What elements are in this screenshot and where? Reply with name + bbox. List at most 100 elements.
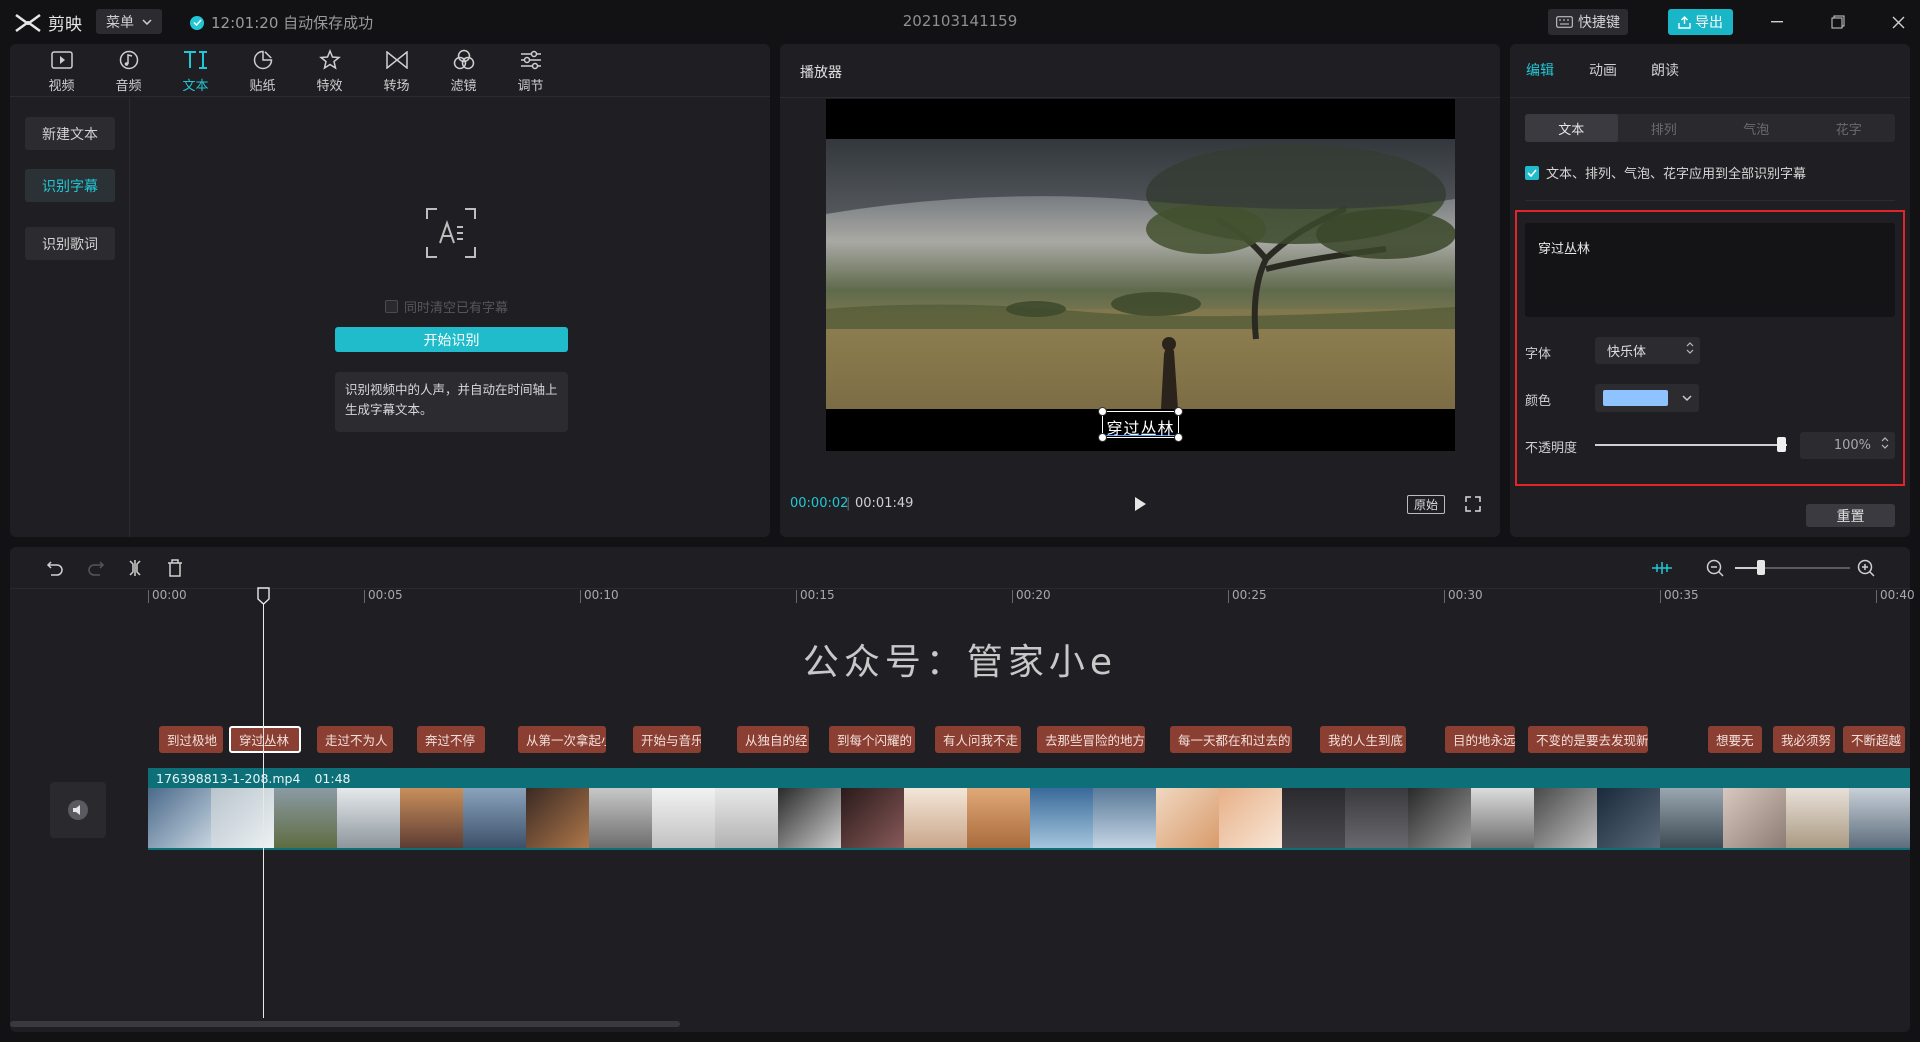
caption-clip[interactable]: 有人问我不走 xyxy=(935,726,1021,753)
color-picker[interactable] xyxy=(1595,384,1699,412)
color-swatch[interactable] xyxy=(1603,390,1668,406)
caption-clip[interactable]: 我必须努 xyxy=(1773,726,1835,753)
opacity-value: 100% xyxy=(1833,438,1871,453)
subtitle-overlay-text[interactable]: 穿过丛林 xyxy=(1103,415,1178,439)
stepper-icon[interactable] xyxy=(1686,342,1694,354)
video-thumbnail xyxy=(400,788,463,848)
caption-clip[interactable]: 不断超越 xyxy=(1843,726,1905,753)
zoom-out-icon xyxy=(1706,559,1724,577)
check-circle-icon xyxy=(190,15,204,30)
clear-existing-checkbox[interactable]: 同时清空已有字幕 xyxy=(385,297,508,316)
snap-button[interactable] xyxy=(1651,557,1673,579)
video-icon xyxy=(50,48,73,72)
undo-button[interactable] xyxy=(44,557,66,579)
subtab-fancy-text[interactable]: 花字 xyxy=(1803,114,1896,142)
start-recognition-button[interactable]: 开始识别 xyxy=(335,327,568,352)
export-button[interactable]: 导出 xyxy=(1668,9,1733,35)
resize-handle[interactable] xyxy=(1174,433,1183,442)
caption-clip[interactable]: 我的人生到底 xyxy=(1320,726,1406,753)
resize-handle[interactable] xyxy=(1098,433,1107,442)
tab-edit[interactable]: 编辑 xyxy=(1526,60,1554,80)
chevron-down-icon[interactable] xyxy=(1682,391,1692,405)
caption-clip[interactable]: 从独自的经 xyxy=(737,726,809,753)
caption-clip[interactable]: 开始与音乐 xyxy=(633,726,701,753)
caption-clip[interactable]: 到过极地 xyxy=(159,726,223,753)
video-thumbnail xyxy=(337,788,400,848)
minimize-button[interactable] xyxy=(1757,9,1797,35)
tool-text[interactable]: 文本 xyxy=(162,44,229,97)
shortcut-button[interactable]: 快捷键 xyxy=(1548,9,1628,35)
split-button[interactable] xyxy=(124,557,146,579)
split-icon xyxy=(129,560,141,576)
restore-button[interactable] xyxy=(1818,9,1858,35)
sidebar-item-recognize-lyrics[interactable]: 识别歌词 xyxy=(25,227,115,260)
timeline-scrollbar[interactable] xyxy=(10,1021,680,1027)
reset-button[interactable]: 重置 xyxy=(1806,504,1895,527)
play-icon[interactable] xyxy=(1130,494,1150,514)
subtitle-selection-box[interactable]: 穿过丛林 xyxy=(1098,407,1183,442)
sidebar-item-new-text[interactable]: 新建文本 xyxy=(25,117,115,150)
opacity-input[interactable]: 100% xyxy=(1800,432,1895,459)
sidebar-item-recognize-subtitles[interactable]: 识别字幕 xyxy=(25,169,115,202)
sticker-icon xyxy=(253,48,273,72)
jianying-logo-icon xyxy=(15,13,41,32)
resize-handle[interactable] xyxy=(1174,407,1183,416)
caption-clip[interactable]: 不变的是要去发现新 xyxy=(1528,726,1648,753)
tool-audio[interactable]: 音频 xyxy=(95,44,162,97)
caption-clip[interactable]: 每一天都在和过去的 xyxy=(1170,726,1292,753)
playhead-line[interactable] xyxy=(263,588,264,1018)
font-select[interactable]: 快乐体 xyxy=(1595,337,1700,364)
video-thumbnail-strip[interactable] xyxy=(148,788,1910,850)
checkbox-box[interactable] xyxy=(385,300,398,313)
zoom-slider-thumb[interactable] xyxy=(1757,560,1765,575)
video-thumbnail xyxy=(1723,788,1786,848)
caption-clip[interactable]: 去那些冒险的地方 xyxy=(1037,726,1145,753)
subtitle-text-input[interactable]: 穿过丛林 xyxy=(1525,223,1895,317)
stepper-icon[interactable] xyxy=(1881,437,1889,449)
tool-effects[interactable]: 特效 xyxy=(296,44,363,97)
zoom-out-button[interactable] xyxy=(1704,557,1726,579)
redo-button[interactable] xyxy=(85,557,107,579)
autosave-status: 12:01:20 自动保存成功 xyxy=(190,12,373,33)
subtab-bubble[interactable]: 气泡 xyxy=(1710,114,1803,142)
video-preview[interactable]: 穿过丛林 xyxy=(826,99,1455,451)
caption-clip[interactable]: 走过不为人 xyxy=(317,726,393,753)
player-title: 播放器 xyxy=(800,65,842,81)
resize-handle[interactable] xyxy=(1098,407,1107,416)
restore-icon xyxy=(1831,15,1845,29)
tool-filter[interactable]: 滤镜 xyxy=(430,44,497,97)
opacity-label: 不透明度 xyxy=(1525,441,1578,456)
checkbox-checked-icon[interactable] xyxy=(1525,165,1539,180)
menu-button[interactable]: 菜单 xyxy=(96,9,162,34)
apply-all-checkbox[interactable]: 文本、排列、气泡、花字应用到全部识别字幕 xyxy=(1525,163,1806,182)
caption-clip[interactable]: 从第一次拿起小 xyxy=(518,726,606,753)
tool-adjust[interactable]: 调节 xyxy=(497,44,564,97)
tab-read-aloud[interactable]: 朗读 xyxy=(1651,60,1679,80)
opacity-slider-thumb[interactable] xyxy=(1777,437,1786,452)
subtab-text[interactable]: 文本 xyxy=(1525,114,1618,142)
tool-video[interactable]: 视频 xyxy=(28,44,95,97)
delete-button[interactable] xyxy=(164,557,186,579)
tool-transition[interactable]: 转场 xyxy=(363,44,430,97)
video-thumbnail xyxy=(211,788,274,848)
caption-clip-selected[interactable]: 穿过丛林 xyxy=(229,726,301,753)
fullscreen-icon[interactable] xyxy=(1464,495,1482,513)
aspect-ratio-button[interactable]: 原始 xyxy=(1407,495,1445,514)
ruler-tick: 00:05 xyxy=(364,589,403,603)
caption-clip[interactable]: 到每个闪耀的 xyxy=(829,726,915,753)
close-button[interactable] xyxy=(1878,9,1918,35)
caption-clip[interactable]: 目的地永远 xyxy=(1445,726,1515,753)
subtab-layout[interactable]: 排列 xyxy=(1618,114,1711,142)
tool-sticker[interactable]: 贴纸 xyxy=(229,44,296,97)
opacity-slider-track[interactable] xyxy=(1595,444,1787,446)
timeline-ruler[interactable]: 00:00 00:05 00:10 00:15 00:20 00:25 00:3… xyxy=(148,589,1915,606)
divider xyxy=(780,97,1500,98)
video-clip-header[interactable]: 176398813-1-208.mp4 01:48 xyxy=(148,768,1910,788)
speaker-icon xyxy=(68,800,88,820)
playhead-handle-icon[interactable] xyxy=(257,587,270,605)
track-mute-button[interactable] xyxy=(50,782,106,838)
caption-clip[interactable]: 想要无 xyxy=(1708,726,1762,753)
tab-animation[interactable]: 动画 xyxy=(1589,60,1617,80)
caption-clip[interactable]: 奔过不停 xyxy=(417,726,485,753)
zoom-in-button[interactable] xyxy=(1855,557,1877,579)
